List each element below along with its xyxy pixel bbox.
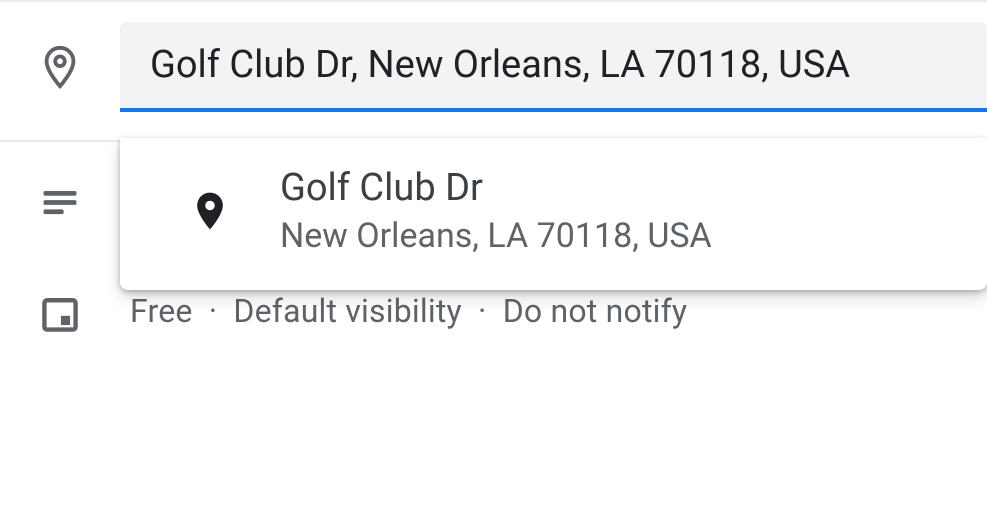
calendar-icon-col	[0, 292, 120, 336]
event-settings-summary: Free · Default visibility · Do not notif…	[130, 292, 687, 330]
notification-status: Do not notify	[503, 292, 688, 330]
location-pin-icon	[37, 44, 83, 90]
location-input-container[interactable]	[120, 22, 987, 112]
location-pin-filled-icon	[188, 189, 232, 233]
suggestion-icon-col	[140, 189, 280, 233]
visibility-status: Default visibility	[233, 292, 461, 330]
below-content: Golf Club Dr New Orleans, LA 70118, USA	[0, 142, 987, 336]
suggestion-primary-text: Golf Club Dr	[280, 166, 712, 210]
description-icon	[38, 180, 82, 224]
calendar-icon	[38, 292, 82, 336]
busy-status: Free	[130, 292, 193, 330]
location-input[interactable]	[148, 42, 987, 88]
location-suggestion-item[interactable]: Golf Club Dr New Orleans, LA 70118, USA	[120, 138, 987, 290]
suggestion-secondary-text: New Orleans, LA 70118, USA	[280, 216, 712, 256]
separator-dot: ·	[201, 292, 226, 330]
location-suggestions-dropdown: Golf Club Dr New Orleans, LA 70118, USA	[120, 138, 987, 290]
location-row	[0, 2, 987, 112]
location-icon-col	[0, 44, 120, 90]
suggestion-text: Golf Club Dr New Orleans, LA 70118, USA	[280, 166, 712, 256]
separator-dot: ·	[470, 292, 495, 330]
description-icon-col	[0, 180, 120, 224]
